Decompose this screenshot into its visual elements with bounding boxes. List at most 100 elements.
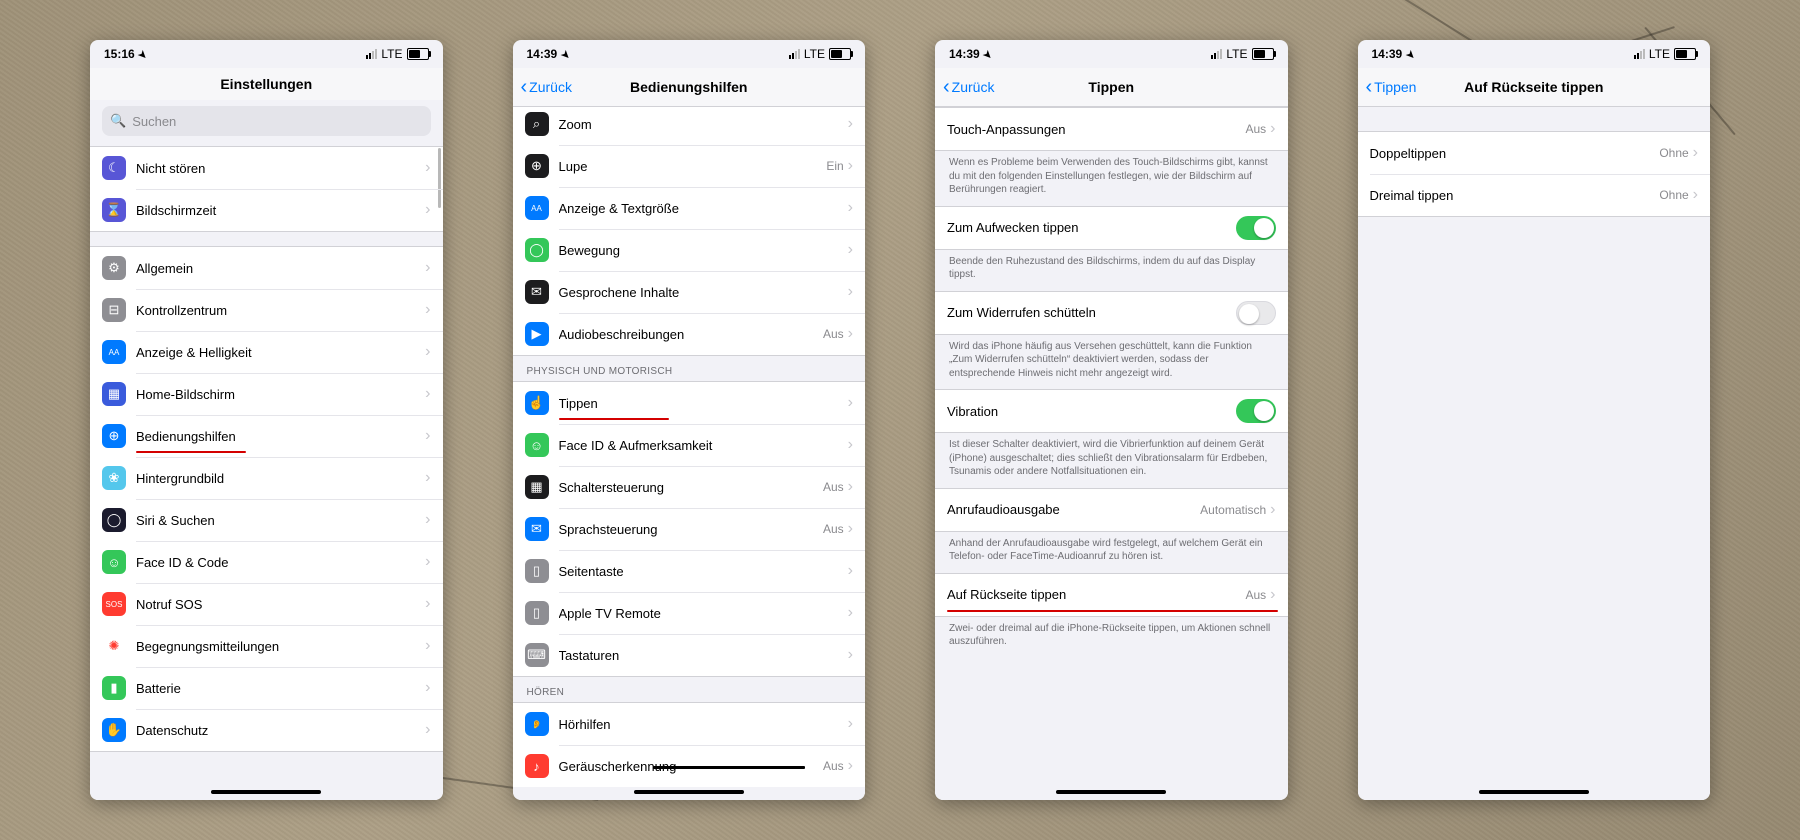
row-back-tap[interactable]: Auf Rückseite tippen Aus ›	[935, 574, 1288, 616]
chevron-right-icon: ›	[848, 158, 853, 174]
chevron-right-icon: ›	[1270, 121, 1275, 137]
row-label: Notruf SOS	[136, 597, 425, 612]
status-bar: 15:16 ➤ LTE	[90, 40, 443, 68]
page-title: Auf Rückseite tippen	[1464, 79, 1603, 95]
switch-shake-undo[interactable]	[1236, 301, 1276, 325]
faceatt-icon: ☺	[525, 433, 549, 457]
back-button[interactable]: ‹Zurück	[943, 68, 994, 106]
row-zoom[interactable]: ⌕Zoom›	[513, 107, 866, 145]
switch-tap-to-wake[interactable]	[1236, 216, 1276, 240]
row-label: Doppeltippen	[1370, 146, 1660, 161]
row-keyboards[interactable]: ⌨Tastaturen›	[513, 634, 866, 676]
back-button[interactable]: ‹Tippen	[1366, 68, 1417, 106]
row-label: Dreimal tippen	[1370, 188, 1660, 203]
row-tap-to-wake[interactable]: Zum Aufwecken tippen	[935, 207, 1288, 249]
row-vibration[interactable]: Vibration	[935, 390, 1288, 432]
privacy-icon: ✋	[102, 718, 126, 742]
row-value: Aus	[1245, 122, 1266, 136]
row-faceatt[interactable]: ☺Face ID & Aufmerksamkeit›	[513, 424, 866, 466]
controlcenter-icon: ⊟	[102, 298, 126, 322]
row-screentime[interactable]: ⌛Bildschirmzeit›	[90, 189, 443, 231]
row-label: Tippen	[559, 396, 848, 411]
footer-touch-accommodations: Wenn es Probleme beim Verwenden des Touc…	[935, 151, 1288, 206]
screen-back-tap: 14:39 ➤ LTE ‹Tippen Auf Rückseite tippen…	[1358, 40, 1711, 800]
highlight-underline	[136, 451, 246, 453]
voicectrl-icon: ✉	[525, 517, 549, 541]
row-displaytext[interactable]: AAAnzeige & Textgröße›	[513, 187, 866, 229]
chevron-right-icon: ›	[425, 302, 430, 318]
home-indicator[interactable]	[1056, 790, 1166, 794]
chevron-left-icon: ‹	[521, 77, 528, 97]
row-value: Aus	[823, 522, 844, 536]
nav-bar: ‹Zurück Tippen	[935, 68, 1288, 107]
back-button[interactable]: ‹Zurück	[521, 68, 572, 106]
row-faceid[interactable]: ☺Face ID & Code›	[90, 541, 443, 583]
row-appletv[interactable]: ▯Apple TV Remote›	[513, 592, 866, 634]
switch-vibration[interactable]	[1236, 399, 1276, 423]
general-icon: ⚙	[102, 256, 126, 280]
row-label: Bewegung	[559, 243, 848, 258]
home-indicator[interactable]	[211, 790, 321, 794]
chevron-right-icon: ›	[848, 605, 853, 621]
row-label: Siri & Suchen	[136, 513, 425, 528]
row-dnd[interactable]: ☾Nicht stören›	[90, 147, 443, 189]
chevron-right-icon: ›	[425, 596, 430, 612]
row-controlcenter[interactable]: ⊟Kontrollzentrum›	[90, 289, 443, 331]
signal-icon	[366, 49, 377, 59]
chevron-right-icon: ›	[848, 242, 853, 258]
row-sidebutton[interactable]: ▯Seitentaste›	[513, 550, 866, 592]
row-wallpaper[interactable]: ❀Hintergrundbild›	[90, 457, 443, 499]
row-label: Vibration	[947, 404, 1236, 419]
search-input[interactable]: 🔍 Suchen	[102, 106, 431, 136]
page-title: Bedienungshilfen	[630, 79, 747, 95]
row-battery[interactable]: ▮Batterie›	[90, 667, 443, 709]
row-soundrec[interactable]: ♪GeräuscherkennungAus›	[513, 745, 866, 787]
sidebutton-icon: ▯	[525, 559, 549, 583]
row-touch-accommodations[interactable]: Touch-Anpassungen Aus ›	[935, 108, 1288, 150]
displaytext-icon: AA	[525, 196, 549, 220]
row-double[interactable]: DoppeltippenOhne›	[1358, 132, 1711, 174]
row-triple[interactable]: Dreimal tippenOhne›	[1358, 174, 1711, 216]
chevron-right-icon: ›	[1270, 587, 1275, 603]
row-motion[interactable]: ◯Bewegung›	[513, 229, 866, 271]
status-bar: 14:39 ➤ LTE	[935, 40, 1288, 68]
screen-accessibility: 14:39 ➤ LTE ‹Zurück Bedienungshilfen ⌕Zo…	[513, 40, 866, 800]
row-general[interactable]: ⚙Allgemein›	[90, 247, 443, 289]
footer-vibration: Ist dieser Schalter deaktiviert, wird di…	[935, 433, 1288, 488]
row-magnifier[interactable]: ⊕LupeEin›	[513, 145, 866, 187]
network-label: LTE	[804, 47, 825, 61]
row-value: Aus	[823, 327, 844, 341]
row-display[interactable]: AAAnzeige & Helligkeit›	[90, 331, 443, 373]
row-label: Anzeige & Textgröße	[559, 201, 848, 216]
chevron-right-icon: ›	[1693, 187, 1698, 203]
nav-bar: ‹Tippen Auf Rückseite tippen	[1358, 68, 1711, 107]
page-title: Einstellungen	[220, 76, 312, 92]
row-label: Auf Rückseite tippen	[947, 587, 1245, 602]
row-voicectrl[interactable]: ✉SprachsteuerungAus›	[513, 508, 866, 550]
row-privacy[interactable]: ✋Datenschutz›	[90, 709, 443, 751]
row-hearingaids[interactable]: 👂Hörhilfen›	[513, 703, 866, 745]
chevron-right-icon: ›	[1693, 145, 1698, 161]
row-sos[interactable]: SOSNotruf SOS›	[90, 583, 443, 625]
row-switchctrl[interactable]: ▦SchaltersteuerungAus›	[513, 466, 866, 508]
row-call-audio[interactable]: Anrufaudioausgabe Automatisch ›	[935, 489, 1288, 531]
chevron-right-icon: ›	[425, 260, 430, 276]
footer-tap-to-wake: Beende den Ruhezustand des Bildschirms, …	[935, 250, 1288, 291]
status-bar: 14:39 ➤ LTE	[1358, 40, 1711, 68]
home-indicator[interactable]	[1479, 790, 1589, 794]
section-header-hearing: HÖREN	[513, 677, 866, 702]
row-shake-undo[interactable]: Zum Widerrufen schütteln	[935, 292, 1288, 334]
faceid-icon: ☺	[102, 550, 126, 574]
chevron-right-icon: ›	[425, 680, 430, 696]
chevron-right-icon: ›	[848, 563, 853, 579]
row-exposure[interactable]: ✺Begegnungsmitteilungen›	[90, 625, 443, 667]
row-audiodesc[interactable]: ▶AudiobeschreibungenAus›	[513, 313, 866, 355]
row-label: Anrufaudioausgabe	[947, 502, 1200, 517]
row-accessibility[interactable]: ⊕Bedienungshilfen›	[90, 415, 443, 457]
row-home[interactable]: ▦Home-Bildschirm›	[90, 373, 443, 415]
row-spoken[interactable]: ✉Gesprochene Inhalte›	[513, 271, 866, 313]
row-touch[interactable]: ☝Tippen›	[513, 382, 866, 424]
chevron-right-icon: ›	[425, 554, 430, 570]
home-indicator[interactable]	[634, 790, 744, 794]
row-siri[interactable]: ◯Siri & Suchen›	[90, 499, 443, 541]
